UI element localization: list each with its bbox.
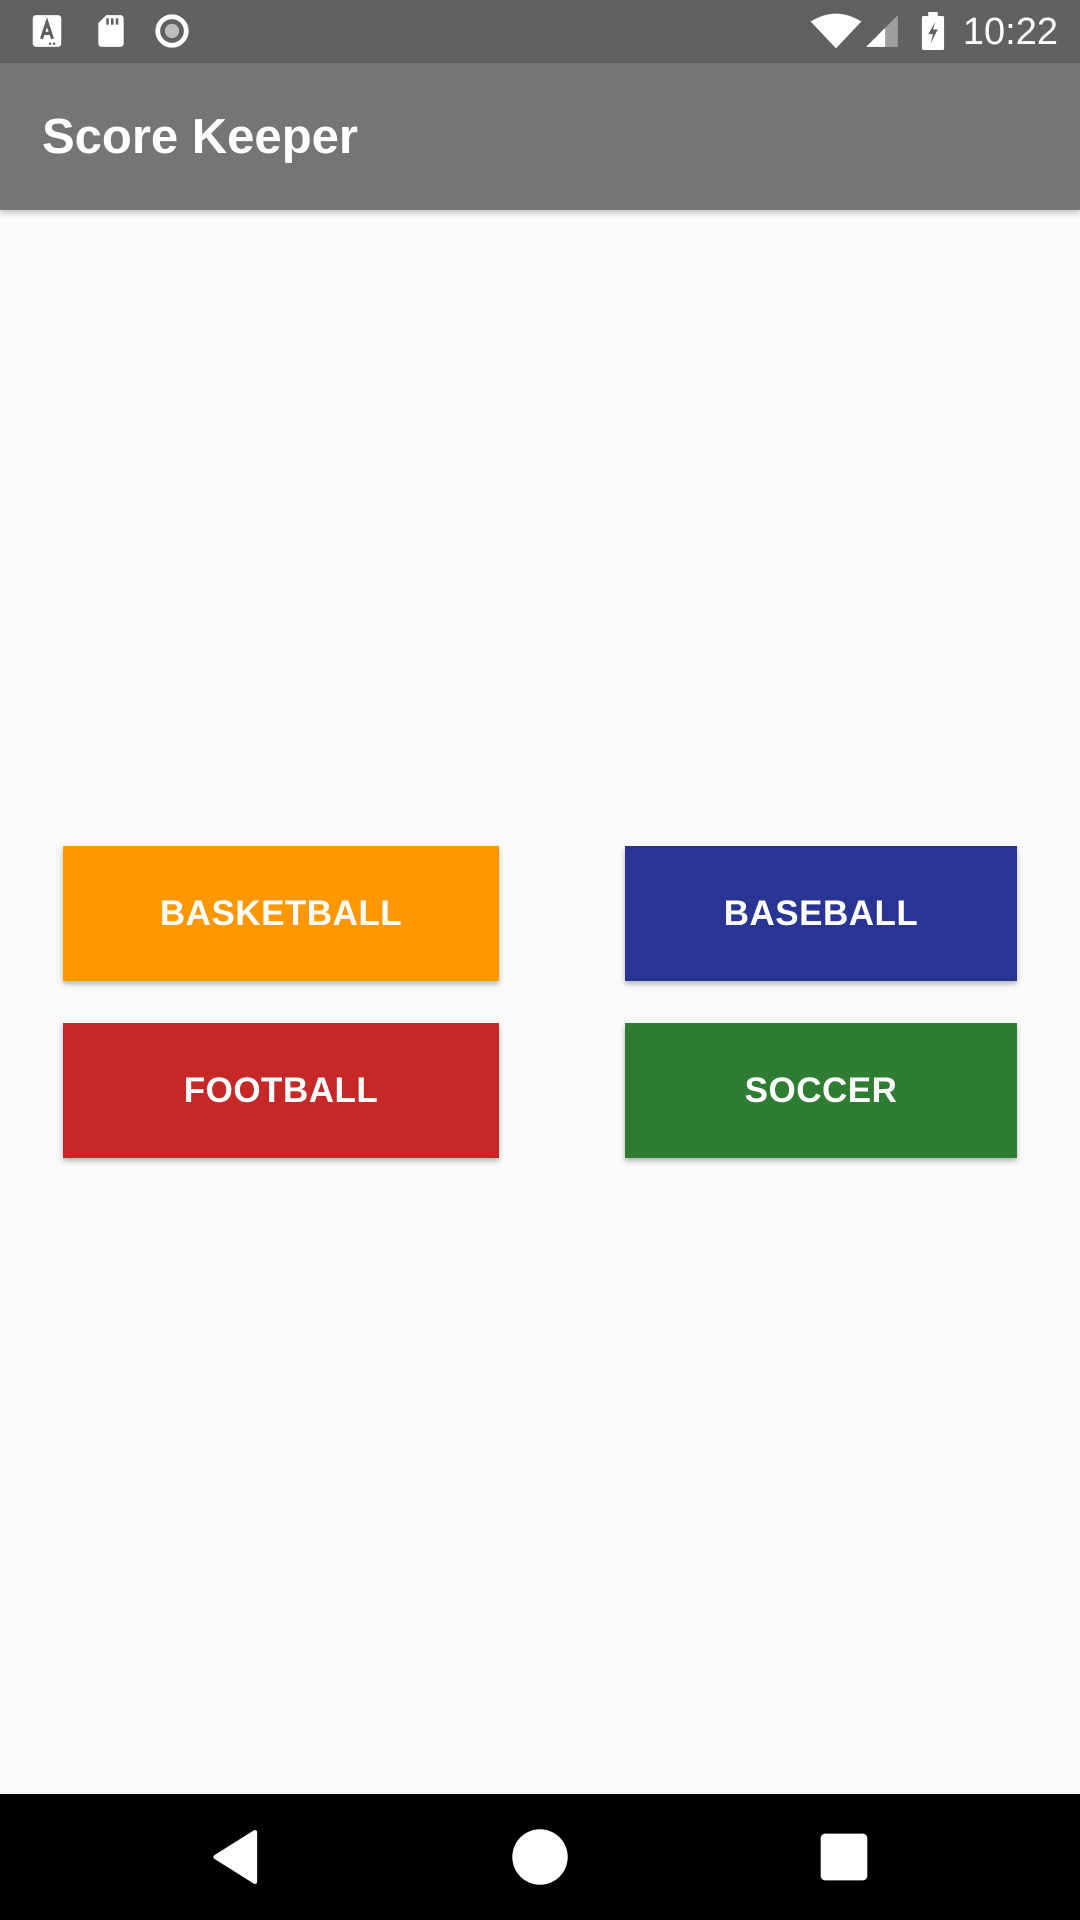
navigation-bar <box>0 1794 1080 1920</box>
status-time: 10:22 <box>962 11 1058 53</box>
cellular-signal-icon <box>866 15 898 47</box>
baseball-button[interactable]: BASEBALL <box>625 846 1017 981</box>
football-button[interactable]: FOOTBALL <box>63 1023 499 1158</box>
soccer-button[interactable]: SOCCER <box>625 1023 1017 1158</box>
sd-card-icon <box>98 15 124 47</box>
app-bar: Score Keeper <box>0 63 1080 210</box>
back-icon[interactable] <box>201 1822 271 1892</box>
notification-a-icon <box>32 15 62 47</box>
home-icon[interactable] <box>505 1822 575 1892</box>
recent-apps-icon[interactable] <box>809 1822 879 1892</box>
wifi-icon <box>810 13 862 49</box>
basketball-button[interactable]: BASKETBALL <box>63 846 499 981</box>
battery-charging-icon <box>921 12 945 50</box>
app-title: Score Keeper <box>42 110 358 164</box>
sync-circle-icon <box>155 14 189 48</box>
status-bar: 10:22 <box>0 0 1080 63</box>
